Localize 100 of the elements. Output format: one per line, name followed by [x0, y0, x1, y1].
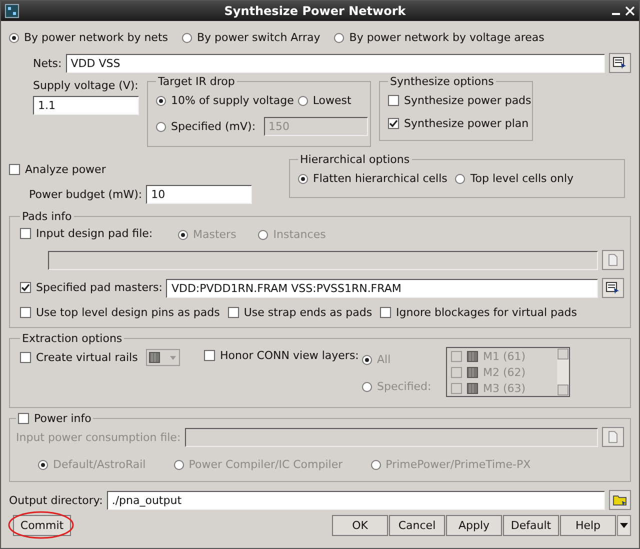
checkbox[interactable] [451, 367, 462, 378]
checkbox-label: Use top level design pins as pads [36, 306, 220, 319]
radio-button[interactable] [182, 32, 192, 42]
radio-label: PrimePower/PrimeTime-PX [386, 458, 531, 471]
dialog-button[interactable]: Help [560, 515, 616, 536]
file-browse-button[interactable] [602, 427, 624, 447]
checkbox[interactable] [451, 383, 462, 394]
checkbox-label: Use strap ends as pads [244, 306, 372, 319]
app-icon [5, 4, 19, 18]
checkbox[interactable] [20, 228, 31, 239]
field-label: Input power consumption file: [16, 430, 181, 444]
radio-button[interactable] [258, 230, 268, 240]
radio-button[interactable] [298, 96, 308, 106]
radio-button[interactable] [174, 460, 184, 470]
file-browse-button[interactable] [602, 250, 624, 270]
radio-button[interactable] [298, 174, 308, 184]
checkbox[interactable] [20, 352, 31, 363]
supply-voltage-field[interactable]: 1.1 [33, 96, 139, 115]
field-label: Supply voltage (V): [33, 79, 139, 92]
group-title: Extraction options [21, 332, 124, 345]
radio-button[interactable] [362, 382, 372, 392]
power-budget-field[interactable]: 10 [146, 185, 252, 204]
menu-caret-button[interactable] [617, 515, 631, 536]
checkbox-label: Synthesize power plan [404, 117, 529, 130]
folder-browse-button[interactable] [609, 490, 631, 510]
layer-swatch-icon [467, 367, 478, 378]
dialog-button[interactable]: OK [332, 515, 388, 536]
checkbox-label: Synthesize power pads [404, 94, 532, 107]
checkbox-label: Specified pad masters: [36, 281, 162, 294]
caret-icon [168, 354, 177, 360]
dialog-button[interactable]: Default [503, 515, 559, 536]
folder-icon [613, 494, 627, 506]
radio-label: Top level cells only [470, 172, 574, 185]
file-icon [608, 431, 618, 443]
radio-button[interactable] [455, 174, 466, 184]
checkbox-label: Ignore blockages for virtual pads [396, 306, 577, 319]
layer-swatch-icon [467, 351, 478, 362]
checkbox[interactable] [388, 95, 399, 106]
pad-masters-field[interactable]: VDD:PVDD1RN.FRAM VSS:PVSS1RN.FRAM [166, 278, 598, 298]
layer-label: M3 (63) [483, 382, 526, 395]
radio-label: By power switch Array [197, 31, 320, 44]
checkbox-label: Input design pad file: [36, 227, 153, 240]
checkbox[interactable] [9, 164, 20, 175]
close-icon[interactable] [625, 6, 635, 16]
radio-label: Specified: [377, 380, 432, 393]
radio-button[interactable] [370, 460, 381, 470]
radio-button[interactable] [38, 460, 48, 470]
checkbox[interactable] [451, 351, 462, 362]
commit-button[interactable]: Commit [13, 515, 71, 536]
list-picker-button[interactable] [609, 53, 631, 73]
radio-label: Flatten hierarchical cells [313, 172, 448, 185]
layer-label: M1 (61) [483, 350, 526, 363]
caret-icon [620, 523, 628, 528]
layer-dropdown[interactable] [146, 349, 180, 366]
radio-label: 10% of supply voltage [171, 94, 294, 107]
checkbox[interactable] [204, 350, 215, 361]
checkbox[interactable] [388, 118, 399, 129]
field-label: Power budget (mW): [29, 188, 142, 201]
radio-label: Masters [193, 228, 236, 241]
field-label: Output directory: [9, 494, 103, 506]
dialog-button[interactable]: Cancel [389, 515, 445, 536]
radio-button[interactable] [178, 230, 188, 240]
nets-field[interactable]: VDD VSS [66, 54, 605, 72]
radio-label: All [377, 353, 391, 366]
radio-label: Specified (mV): [171, 120, 256, 133]
radio-button[interactable] [156, 96, 166, 106]
radio-label: Instances [273, 228, 326, 241]
layer-swatch-icon [148, 352, 160, 363]
window-title: Synthesize Power Network [223, 4, 407, 18]
radio-button[interactable] [156, 122, 166, 132]
checkbox[interactable] [18, 413, 29, 424]
group-title: Hierarchical options [299, 153, 411, 166]
checkbox-label: Create virtual rails [36, 351, 138, 364]
list-picker-icon [606, 282, 620, 294]
checkbox[interactable] [380, 307, 392, 318]
output-directory-field[interactable]: ./pna_output [106, 490, 605, 510]
checkbox[interactable] [20, 282, 31, 293]
group-title: Synthesize options [389, 75, 495, 88]
radio-label: By power network by voltage areas [349, 31, 544, 44]
group-title: Pads info [21, 210, 73, 223]
checkbox-label: Power info [34, 412, 92, 425]
radio-label: Lowest [312, 94, 352, 107]
group-title: Target IR drop [157, 75, 236, 88]
field-label: Nets: [33, 56, 62, 70]
file-icon [608, 254, 618, 266]
radio-button[interactable] [362, 354, 372, 364]
checkbox-label: Analyze power [25, 163, 106, 176]
list-picker-button[interactable] [602, 278, 624, 298]
dialog-button[interactable]: Apply [446, 515, 502, 536]
layer-swatch-icon [467, 383, 478, 394]
checkbox-label: Honor CONN view layers: [220, 349, 359, 362]
radio-label: Default/AstroRail [53, 458, 146, 471]
layer-label: M2 (62) [483, 366, 526, 379]
checkbox[interactable] [228, 307, 239, 318]
radio-button[interactable] [334, 32, 344, 42]
checkbox[interactable] [20, 307, 31, 318]
radio-label: Power Compiler/IC Compiler [188, 458, 343, 471]
radio-label: By power network by nets [24, 31, 168, 44]
list-picker-icon [613, 57, 627, 69]
radio-button[interactable] [9, 32, 19, 42]
